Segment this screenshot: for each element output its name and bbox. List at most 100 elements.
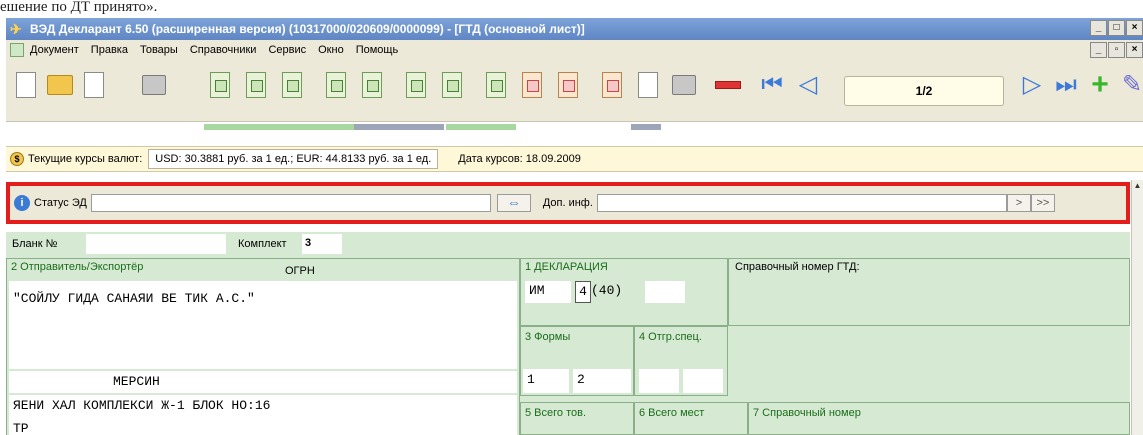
inner-window-controls: _ ▫ × [1090, 42, 1143, 58]
sheet-icon [406, 72, 426, 98]
extra-info-label: Доп. инф. [542, 197, 593, 209]
sender-city: МЕРСИН [113, 374, 160, 389]
forms-label: 3 Формы [525, 331, 571, 343]
ref-number-box: 7 Справочный номер [748, 402, 1130, 435]
declaration-procedure: (40) [591, 283, 623, 298]
blank-label: Бланк № [12, 238, 58, 250]
sender-box: 2 Отправитель/Экспортёр ОГРН "СОЙЛУ ГИДА… [6, 258, 520, 435]
sender-name-field[interactable]: "СОЙЛУ ГИДА САНАЯИ ВЕ ТИК А.С." [9, 281, 517, 369]
inner-minimize-button[interactable]: _ [1090, 42, 1107, 58]
minus-icon [715, 81, 741, 89]
info-icon: i [14, 195, 30, 211]
inner-close-button[interactable]: × [1126, 42, 1143, 58]
add-sheet-button[interactable]: + [1086, 68, 1114, 102]
declaration-label: 1 ДЕКЛАРАЦИЯ [525, 261, 608, 273]
open-button[interactable] [46, 68, 74, 102]
sender-address: ЯЕНИ ХАЛ КОМПЛЕКСИ Ж-1 БЛОК НО:16 [13, 398, 271, 413]
kit-label: Комплект [238, 238, 287, 250]
swap-button[interactable]: ⇔ [496, 194, 531, 212]
forms-field-1[interactable]: 1 [523, 369, 569, 393]
print-button[interactable] [140, 68, 168, 102]
sender-address-overflow: ТР [13, 421, 29, 435]
minimize-button[interactable]: _ [1090, 20, 1107, 36]
menu-window[interactable]: Окно [318, 44, 344, 56]
sheet-icon [210, 72, 230, 98]
menu-bar: Документ Правка Товары Справочники Серви… [6, 40, 1143, 60]
sheet-button-6[interactable] [402, 68, 430, 102]
last-sheet-button[interactable]: ⏭ [1052, 68, 1080, 102]
menu-edit[interactable]: Правка [91, 44, 128, 56]
sheet-icon [558, 72, 578, 98]
page-indicator: 1/2 [844, 76, 1004, 106]
sender-address-field[interactable]: ЯЕНИ ХАЛ КОМПЛЕКСИ Ж-1 БЛОК НО:16 ТР [9, 395, 517, 435]
spec-field-1[interactable] [639, 369, 679, 393]
reference-label: Справочный номер ГТД: [735, 261, 860, 273]
declaration-code-field[interactable]: 4 [575, 281, 591, 303]
next-sheet-button[interactable]: ▷ [1018, 68, 1046, 102]
new-document-button[interactable] [12, 68, 40, 102]
menu-references[interactable]: Справочники [190, 44, 257, 56]
next-button[interactable]: > [1006, 194, 1031, 212]
sender-name: "СОЙЛУ ГИДА САНАЯИ ВЕ ТИК А.С." [13, 291, 255, 306]
folder-icon [47, 75, 73, 95]
sheet-button-11[interactable] [598, 68, 626, 102]
vertical-scrollbar[interactable]: ▲ [1131, 180, 1143, 435]
swap-icon: ⇔ [506, 194, 521, 210]
last-button[interactable]: >> [1030, 194, 1055, 212]
close-button[interactable]: × [1126, 20, 1143, 36]
document-icon [10, 43, 24, 57]
menu-service[interactable]: Сервис [268, 44, 306, 56]
spec-label: 4 Отгр.спец. [639, 331, 702, 343]
new-document-icon [16, 72, 36, 98]
sheet-button-8[interactable] [482, 68, 510, 102]
toolbar: ⏮ ◁ 1/2 ▷ ⏭ + ✎ [6, 60, 1143, 130]
status-field[interactable] [90, 194, 491, 212]
kit-field[interactable]: 3 [302, 234, 342, 254]
menu-help[interactable]: Помощь [356, 44, 399, 56]
sheet-button-10[interactable] [554, 68, 582, 102]
first-icon: ⏮ [761, 71, 783, 98]
maximize-button[interactable]: □ [1108, 20, 1125, 36]
declaration-box: 1 ДЕКЛАРАЦИЯ ИМ 4 (40) [520, 258, 728, 326]
prev-sheet-button[interactable]: ◁ [794, 68, 822, 102]
scroll-up-icon[interactable]: ▲ [1132, 180, 1143, 192]
sheet-icon [602, 72, 622, 98]
sheet-button-3[interactable] [278, 68, 306, 102]
total-places-box: 6 Всего мест [634, 402, 748, 435]
spec-field-2[interactable] [683, 369, 723, 393]
sheet-button-9[interactable] [518, 68, 546, 102]
ogrn-label: ОГРН [285, 265, 315, 277]
copy-icon [84, 72, 104, 98]
extra-info-field[interactable] [596, 194, 1007, 212]
delete-sheet-button[interactable] [714, 68, 742, 102]
sheet-button-4[interactable] [322, 68, 350, 102]
sheet-icon [522, 72, 542, 98]
attach-icon [638, 72, 658, 98]
sender-city-field[interactable]: МЕРСИН [9, 371, 517, 393]
copy-button[interactable] [80, 68, 108, 102]
plus-icon: + [1091, 68, 1109, 101]
sheet-group-bar-4 [631, 124, 661, 130]
declaration-form: Бланк № Комплект 3 2 Отправитель/Экспорт… [6, 232, 1130, 435]
first-sheet-button[interactable]: ⏮ [758, 68, 786, 102]
total-goods-label: 5 Всего тов. [525, 407, 587, 419]
currency-rates-bar: $ Текущие курсы валют: USD: 30.3881 руб.… [6, 146, 1143, 172]
export-button[interactable] [670, 68, 698, 102]
prev-icon: ◁ [798, 71, 818, 98]
menu-goods[interactable]: Товары [140, 44, 178, 56]
declaration-extra-field[interactable] [645, 281, 685, 303]
sheet-group-bar-1 [204, 124, 354, 130]
forms-field-2[interactable]: 2 [573, 369, 631, 393]
attach-button[interactable] [634, 68, 662, 102]
blank-number-field[interactable] [86, 234, 226, 254]
sheet-button-1[interactable] [206, 68, 234, 102]
sheet-button-7[interactable] [438, 68, 466, 102]
status-label: Статус ЭД [34, 197, 87, 209]
edit-button[interactable]: ✎ [1118, 68, 1143, 102]
declaration-type-field[interactable]: ИМ [525, 281, 571, 303]
sheet-button-5[interactable] [358, 68, 386, 102]
sheet-button-2[interactable] [242, 68, 270, 102]
menu-document[interactable]: Документ [30, 44, 79, 56]
total-goods-box: 5 Всего тов. [520, 402, 634, 435]
inner-restore-button[interactable]: ▫ [1108, 42, 1125, 58]
